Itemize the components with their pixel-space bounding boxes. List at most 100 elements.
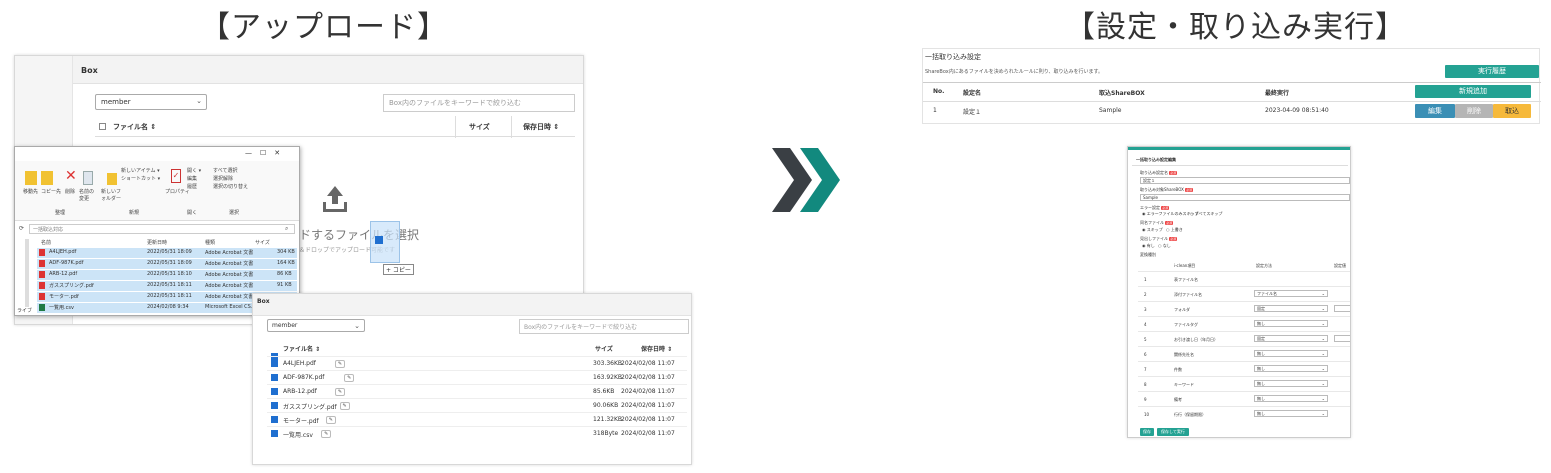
mapping-method-select[interactable]: 無し ⌄: [1254, 395, 1328, 402]
sidebar-scrollbar[interactable]: [25, 239, 29, 307]
edit-pencil-icon[interactable]: ✎: [321, 430, 332, 438]
edit-pencil-icon[interactable]: ✎: [325, 416, 336, 424]
edit-pencil-icon[interactable]: ✎: [335, 388, 345, 396]
save-button[interactable]: 保存: [1140, 428, 1154, 436]
search-input[interactable]: Box内のファイルをキーワードで絞り込む: [383, 94, 575, 112]
ribbon-select-all[interactable]: すべて選択: [213, 167, 237, 174]
box-file-row[interactable]: A4LJEH.pdf 303.36KB 2024/02/08 11:07 ✎: [267, 356, 687, 370]
folder-select-front-value: member: [272, 322, 298, 329]
mapping-method-select[interactable]: 無し ⌄: [1254, 410, 1328, 417]
ribbon-copy[interactable]: コピー先: [41, 188, 61, 195]
explorer-search[interactable]: 一括取込対応: [29, 224, 295, 234]
group-organize: 整理: [55, 210, 66, 216]
ribbon-open[interactable]: 開く ▾: [187, 167, 201, 174]
error-option-2[interactable]: ○ すべてスキップ: [1190, 211, 1222, 217]
row-checkbox[interactable]: [271, 360, 278, 367]
sharebox-select[interactable]: Sample: [1140, 194, 1350, 201]
explorer-file-row[interactable]: A4LJEH.pdf 2022/05/31 18:09 Adobe Acrobat …: [37, 248, 297, 258]
column-header-name-front[interactable]: ファイル名 ⇕: [283, 344, 320, 353]
minimize-button[interactable]: —: [245, 149, 260, 157]
ribbon-deselect[interactable]: 選択解除: [213, 175, 233, 182]
maximize-button[interactable]: ☐: [260, 149, 274, 157]
save-exec-button[interactable]: 保存して実行: [1157, 428, 1189, 436]
ribbon-new-folder[interactable]: 新しいフォルダー: [101, 188, 123, 202]
close-button[interactable]: ✕: [274, 149, 288, 157]
mapping-method-select[interactable]: 固定 ⌄: [1254, 305, 1328, 312]
mapping-no: 7: [1144, 367, 1147, 372]
box-file-row[interactable]: ADF-987K.pdf 163.92KB 2024/02/08 11:07 ✎: [267, 370, 687, 384]
header-option-2[interactable]: ○ なし: [1158, 243, 1171, 249]
explorer-file-row[interactable]: ARB-12.pdf 2022/05/31 18:10 Adobe Acrobat …: [37, 270, 297, 280]
ribbon-shortcut[interactable]: ショートカット ▾: [121, 175, 160, 182]
mapping-method-select[interactable]: 無し ⌄: [1254, 320, 1328, 327]
pdf-file-icon: [39, 249, 45, 256]
edit-button[interactable]: 編集: [1415, 104, 1455, 118]
box-file-name[interactable]: ADF-987K.pdf: [283, 374, 324, 381]
ribbon-rename[interactable]: 名前の変更: [79, 188, 97, 202]
edit-pencil-icon[interactable]: ✎: [344, 374, 355, 382]
box-file-name[interactable]: ARB-12.pdf: [283, 388, 317, 395]
same-option-2[interactable]: ○ 上書き: [1166, 227, 1183, 233]
window-controls[interactable]: —☐✕: [245, 149, 288, 157]
explorer-file-row[interactable]: ガススプリング.pdf 2022/05/31 18:11 Adobe Acrobat…: [37, 281, 297, 291]
column-header-name[interactable]: ファイル名 ⇕: [113, 122, 156, 132]
ribbon-delete[interactable]: 削除: [65, 188, 75, 195]
mapping-value-input[interactable]: [1334, 305, 1350, 312]
box-file-size: 318Byte: [593, 430, 619, 437]
box-file-name[interactable]: モーター.pdf: [283, 416, 319, 425]
box-file-name[interactable]: A4LJEH.pdf: [283, 360, 316, 367]
execute-history-button[interactable]: 実行履歴: [1445, 65, 1539, 78]
mapping-item: 件数: [1174, 367, 1182, 372]
edit-pencil-icon[interactable]: ✎: [339, 402, 350, 410]
mapping-value-input[interactable]: [1334, 335, 1350, 342]
ribbon-properties[interactable]: プロパティ: [165, 188, 190, 195]
box-file-row[interactable]: ガススプリング.pdf 90.06KB 2024/02/08 11:07 ✎: [267, 398, 687, 412]
row-checkbox[interactable]: [271, 416, 278, 423]
column-header-date-front[interactable]: 保存日時 ⇕: [641, 344, 672, 353]
refresh-icon[interactable]: ⟳: [19, 225, 24, 232]
row-checkbox[interactable]: [271, 388, 278, 395]
column-header-size-front: サイズ: [595, 346, 613, 353]
setting-name-input[interactable]: 設定１: [1140, 177, 1350, 184]
delete-button[interactable]: 削除: [1455, 104, 1493, 118]
mapping-method-select[interactable]: 無し ⌄: [1254, 380, 1328, 387]
column-date[interactable]: 更新日時: [147, 239, 167, 246]
upload-icon: [323, 186, 347, 212]
edit-pencil-icon[interactable]: ✎: [335, 360, 345, 368]
mapping-method-select[interactable]: ファイル名 ⌄: [1254, 290, 1328, 297]
new-add-button[interactable]: 新規追加: [1415, 85, 1531, 98]
explorer-file-row[interactable]: ADF-987K.pdf 2022/05/31 18:09 Adobe Acroba…: [37, 259, 297, 269]
ribbon-invert[interactable]: 選択の切り替え: [213, 183, 248, 190]
csv-file-icon: [39, 304, 45, 311]
box-file-name[interactable]: ガススプリング.pdf: [283, 402, 337, 411]
column-header-date[interactable]: 保存日時 ⇕: [523, 122, 559, 132]
box-file-row[interactable]: ARB-12.pdf 85.6KB 2024/02/08 11:07 ✎: [267, 384, 687, 398]
mapping-no: 4: [1144, 322, 1147, 327]
ribbon-move[interactable]: 移動先: [23, 188, 38, 195]
ribbon-edit[interactable]: 編集: [187, 175, 197, 182]
folder-select[interactable]: member ⌄: [95, 94, 207, 110]
explorer-file-date: 2024/02/08 9:34: [147, 304, 189, 310]
folder-select-front[interactable]: member ⌄: [267, 319, 365, 332]
mapping-method-select[interactable]: 無し ⌄: [1254, 365, 1328, 372]
box-file-row[interactable]: モーター.pdf 121.32KB 2024/02/08 11:07 ✎: [267, 412, 687, 426]
search-input-front[interactable]: Box内のファイルをキーワードで絞り込む: [519, 319, 689, 334]
row-checkbox[interactable]: [271, 430, 278, 437]
box-file-row[interactable]: 一覧用.csv 318Byte 2024/02/08 11:07 ✎: [267, 426, 687, 440]
column-size[interactable]: サイズ: [255, 239, 270, 246]
mapping-method-select[interactable]: 固定 ⌄: [1254, 335, 1328, 342]
ribbon-history[interactable]: 履歴: [187, 183, 197, 190]
column-type[interactable]: 種類: [205, 239, 215, 246]
row-checkbox[interactable]: [271, 374, 278, 381]
select-all-checkbox[interactable]: [99, 123, 106, 132]
row-checkbox[interactable]: [271, 402, 278, 409]
chevron-down-icon: ⌄: [196, 97, 202, 105]
import-button[interactable]: 取込: [1493, 104, 1531, 118]
column-name[interactable]: 名前: [41, 239, 51, 246]
mapping-method-select[interactable]: 無し ⌄: [1254, 350, 1328, 357]
box-file-name[interactable]: 一覧用.csv: [283, 430, 313, 439]
ribbon-new-item[interactable]: 新しいアイテム ▾: [121, 167, 160, 174]
same-option-1[interactable]: ◉ スキップ: [1142, 227, 1163, 233]
header-option-1[interactable]: ◉ 有し: [1142, 243, 1155, 249]
form-title: 一括取り込み設定編集: [1136, 157, 1176, 162]
